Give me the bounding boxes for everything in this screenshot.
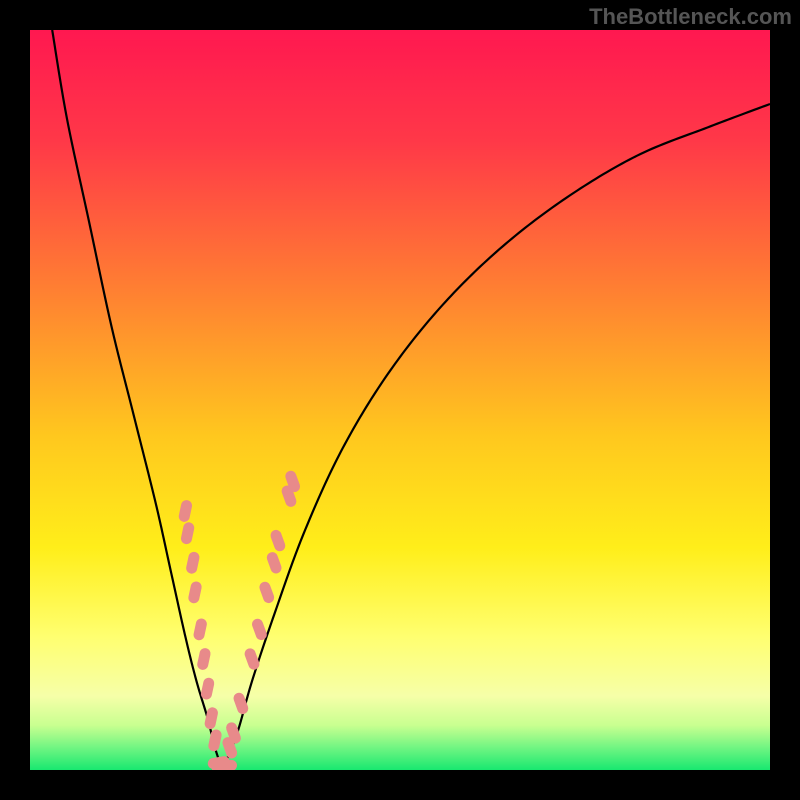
highlight-pill bbox=[207, 728, 222, 752]
highlight-pill bbox=[258, 580, 276, 604]
highlight-pill bbox=[180, 521, 195, 545]
curve-left bbox=[52, 30, 222, 770]
watermark-text: TheBottleneck.com bbox=[589, 4, 792, 30]
bottleneck-curves bbox=[52, 30, 770, 770]
highlight-pill bbox=[185, 551, 200, 575]
curve-right bbox=[222, 104, 770, 770]
curve-layer bbox=[30, 30, 770, 770]
highlight-pill bbox=[265, 551, 283, 575]
chart-container: TheBottleneck.com bbox=[0, 0, 800, 800]
highlight-pill bbox=[187, 580, 202, 604]
highlight-pill bbox=[193, 617, 208, 641]
plot-area bbox=[30, 30, 770, 770]
highlight-pill bbox=[200, 677, 215, 701]
highlight-pill bbox=[178, 499, 193, 523]
highlight-pill bbox=[196, 647, 211, 671]
highlight-pill bbox=[269, 528, 287, 552]
